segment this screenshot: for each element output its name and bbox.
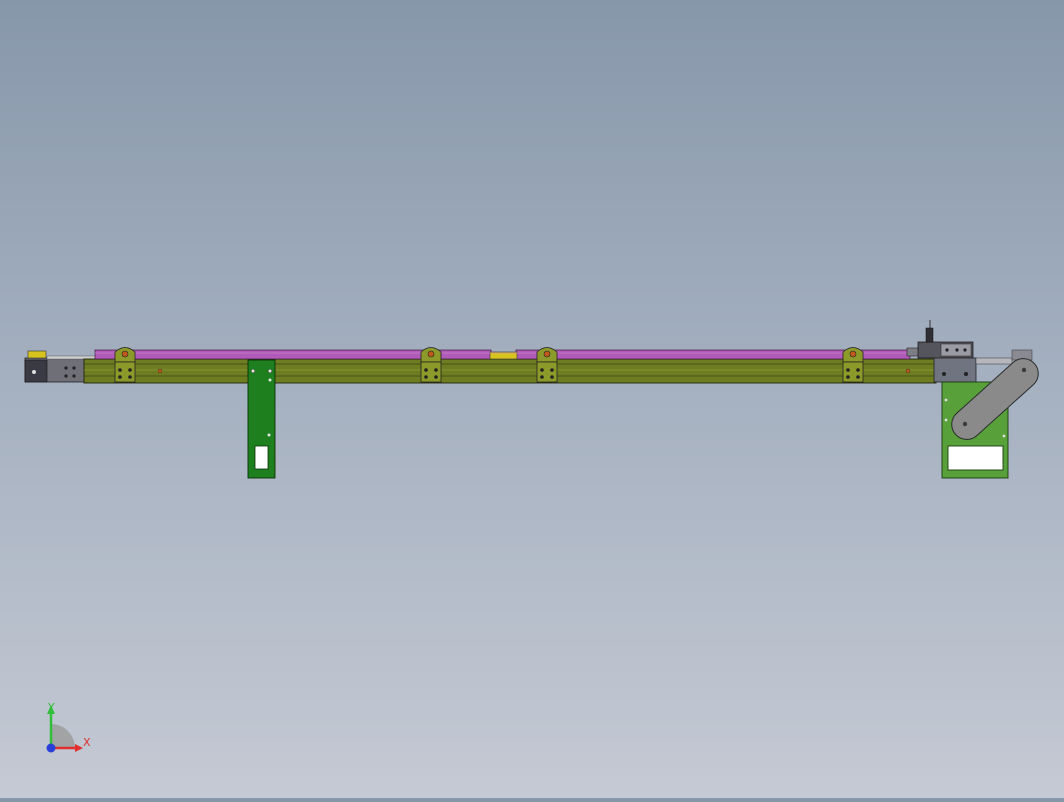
graphics-viewport[interactable]: Y X: [0, 0, 1064, 798]
rail-bracket-2[interactable]: [420, 347, 442, 383]
cad-canvas[interactable]: Y X: [0, 0, 1064, 798]
rail-bracket-1[interactable]: [114, 347, 136, 383]
coordinate-triad-icon: Y X: [46, 701, 91, 753]
rail-bracket-3[interactable]: [536, 347, 558, 383]
conveyor-model[interactable]: [24, 320, 1044, 479]
support-stand[interactable]: [247, 359, 276, 479]
rail-bracket-4[interactable]: [842, 347, 864, 383]
conveyor-belt[interactable]: [94, 349, 911, 360]
y-axis-label: Y: [47, 701, 55, 714]
x-axis-label: X: [83, 736, 91, 749]
main-rail[interactable]: [83, 358, 937, 384]
z-axis-dot: [46, 743, 56, 753]
